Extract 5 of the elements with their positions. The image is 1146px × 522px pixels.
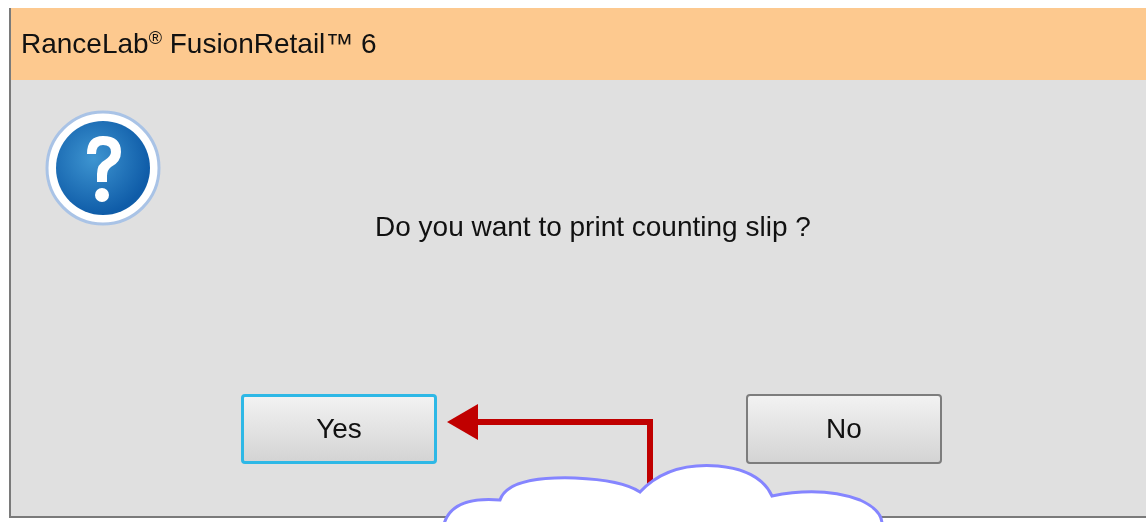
dialog-button[interactable]: Yes [241,394,437,464]
question-icon [45,110,161,226]
message-text: Do you want to print counting slip ? [375,211,811,243]
window-title: RanceLab$^{®}$ FusionRetail™ 6 [21,27,377,61]
dialog-button[interactable]: No [746,394,942,464]
